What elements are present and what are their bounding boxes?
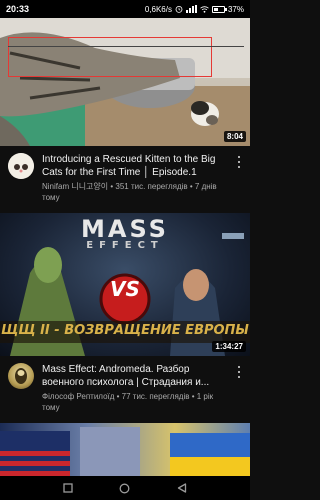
video-title[interactable]: Introducing a Rescued Kitten to the Big … [42, 153, 230, 179]
more-options-icon[interactable] [234, 155, 244, 169]
channel-avatar[interactable] [8, 363, 34, 389]
game-logo-top: MASS [81, 215, 169, 243]
status-time: 20:33 [6, 4, 30, 14]
video-thumbnail[interactable]: 8:04 [0, 18, 250, 146]
status-bar: 20:33 0,6K6/s 37% [0, 0, 250, 18]
video-thumbnail[interactable] [0, 423, 250, 476]
highlight-line [8, 46, 244, 47]
thumbnail-banner: ЩЩ II - ВОЗВРАЩЕНИЕ ЕВРОПЫ [1, 323, 249, 338]
video-meta[interactable]: Mass Effect: Andromeda. Разбор военного … [0, 356, 250, 423]
flags-art [0, 427, 250, 476]
video-duration: 1:34:27 [212, 341, 246, 352]
video-title[interactable]: Mass Effect: Andromeda. Разбор военного … [42, 363, 230, 389]
video-meta[interactable]: Introducing a Rescued Kitten to the Big … [0, 146, 250, 213]
wifi-icon [200, 5, 209, 13]
video-card[interactable]: 8:04 Introducing a Rescued Kitten to the… [0, 18, 250, 213]
highlight-box [8, 37, 212, 77]
square-icon[interactable] [63, 483, 73, 493]
signal-icon [185, 5, 197, 13]
battery-percent: 37% [227, 4, 244, 14]
more-options-icon[interactable] [234, 365, 244, 379]
alarm-icon [175, 6, 183, 13]
video-subtitle: Філософ Рептилоїд • 77 тис. переглядів •… [42, 392, 214, 412]
video-card[interactable] [0, 423, 250, 476]
system-nav-bar [0, 476, 250, 500]
ninifam-avatar-art [8, 153, 34, 179]
game-logo-bottom: EFFECT [86, 240, 164, 251]
video-feed[interactable]: 8:04 Introducing a Rescued Kitten to the… [0, 18, 250, 476]
back-triangle-icon[interactable] [177, 483, 187, 493]
video-card[interactable]: MASS EFFECT VS ЩЩ II - ВОЗВРАЩЕНИЕ ЕВРОП… [0, 213, 250, 423]
reptiloid-avatar-art [15, 368, 27, 384]
status-indicators: 0,6K6/s 37% [145, 5, 244, 14]
battery-icon [211, 5, 227, 13]
video-subtitle: Ninifam 니니고양이 • 351 тис. переглядів • 7 … [42, 182, 217, 202]
network-speed: 0,6K6/s [144, 4, 172, 14]
video-duration: 8:04 [223, 131, 246, 142]
circle-icon[interactable] [119, 483, 130, 494]
video-thumbnail[interactable]: MASS EFFECT VS ЩЩ II - ВОЗВРАЩЕНИЕ ЕВРОП… [0, 213, 250, 356]
versus-label: VS [110, 277, 140, 301]
game-logo: MASS EFFECT [0, 217, 250, 251]
channel-avatar[interactable] [8, 153, 34, 179]
